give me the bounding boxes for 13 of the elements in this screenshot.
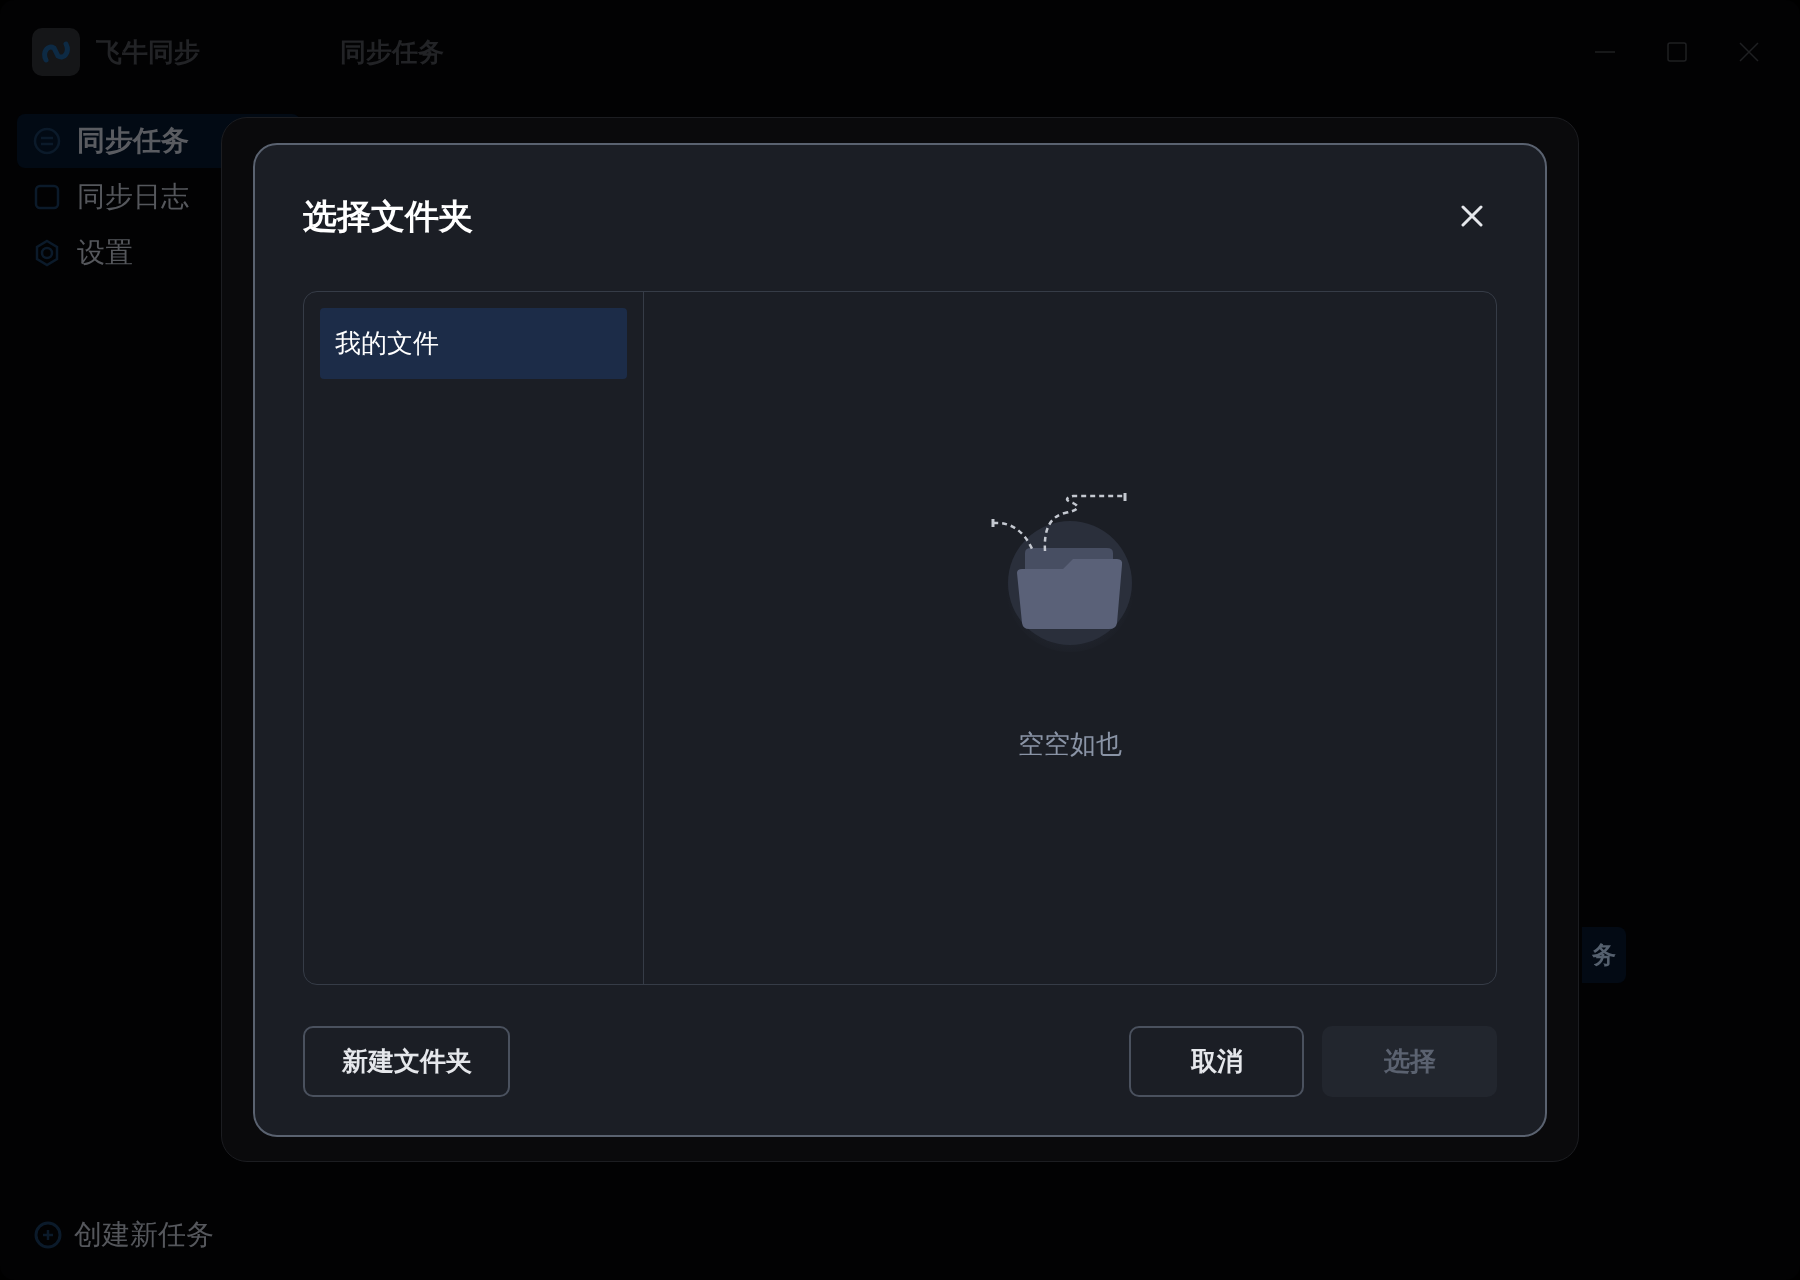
- dialog-title: 选择文件夹: [303, 194, 473, 238]
- location-item[interactable]: 我的文件: [320, 308, 627, 379]
- new-folder-button[interactable]: 新建文件夹: [303, 1026, 510, 1097]
- note-icon: [33, 183, 61, 211]
- cancel-button[interactable]: 取消: [1129, 1026, 1304, 1097]
- sidebar-item[interactable]: 同步日志: [17, 170, 300, 224]
- settings-icon: [33, 239, 61, 267]
- empty-message: 空空如也: [1018, 727, 1122, 761]
- app-logo-icon: [32, 28, 80, 76]
- create-task-link[interactable]: 创建新任务: [74, 1214, 214, 1256]
- maximize-icon[interactable]: [1666, 41, 1688, 63]
- plus-circle-icon: [34, 1221, 62, 1249]
- sidebar-item[interactable]: 设置: [17, 226, 300, 280]
